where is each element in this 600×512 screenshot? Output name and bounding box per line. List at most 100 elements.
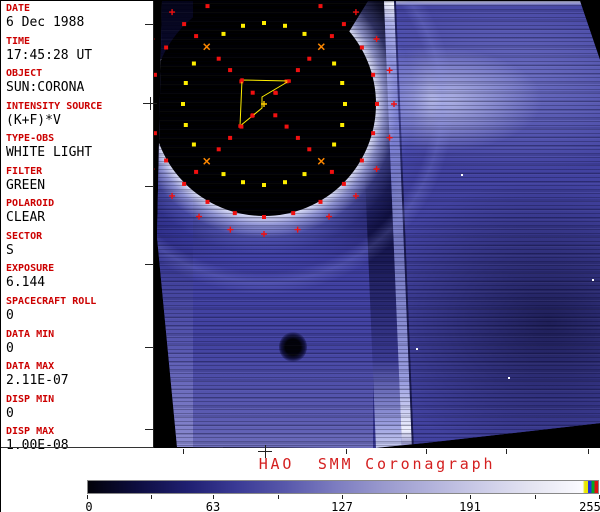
- meta-label: TYPE-OBS: [6, 133, 55, 145]
- meta-item: TYPE-OBS WHITE LIGHT: [6, 133, 152, 160]
- yellow-fiducial-dot: [302, 31, 307, 36]
- red-fiducial-dot: [262, 215, 266, 219]
- colorbar-tick: [151, 495, 152, 499]
- intensity-colorbar: [87, 480, 599, 494]
- meta-label: DISP MAX: [6, 426, 55, 438]
- red-fiducial-cross: [196, 213, 202, 220]
- axis-tick: [145, 347, 153, 348]
- red-fiducial-cross: [386, 134, 393, 141]
- red-spoke-dot: [194, 169, 199, 174]
- red-fiducial-dot: [359, 45, 364, 50]
- red-fiducial-dot: [359, 158, 364, 163]
- meta-item: DISP MIN 0: [6, 394, 152, 421]
- meta-label: INTENSITY SOURCE: [6, 100, 103, 112]
- yellow-fiducial-dot: [183, 123, 188, 127]
- meta-label: POLAROID: [6, 198, 55, 210]
- meta-value: GREEN: [6, 177, 46, 193]
- red-fiducial-cross: [373, 36, 380, 42]
- red-fiducial-cross: [261, 231, 267, 237]
- red-fiducial-cross: [169, 192, 176, 199]
- meta-label: EXPOSURE: [6, 263, 55, 275]
- orange-x-marker: [317, 43, 325, 51]
- meta-label: DISP MIN: [6, 393, 55, 405]
- meta-item: EXPOSURE 6.144: [6, 263, 152, 290]
- yellow-fiducial-dot: [262, 183, 266, 187]
- coronagraph-image-canvas[interactable]: [153, 1, 600, 448]
- roi-vertex-dot: [238, 124, 242, 128]
- yellow-fiducial-dot: [283, 23, 287, 28]
- axis-tick: [145, 429, 153, 430]
- roi-vertex-dot: [240, 78, 244, 82]
- axis-tick: [588, 449, 589, 454]
- red-fiducial-cross: [386, 67, 393, 74]
- axis-tick: [426, 449, 427, 454]
- meta-label: DATE: [6, 3, 31, 14]
- red-fiducial-cross: [391, 101, 397, 107]
- meta-item: TIME 17:45:28 UT: [6, 36, 152, 63]
- red-spoke-dot: [228, 68, 233, 73]
- meta-value: CLEAR: [6, 210, 46, 226]
- red-spoke-dot: [228, 135, 233, 140]
- yellow-fiducial-dot: [283, 180, 287, 185]
- meta-item: DATA MAX 2.11E-07: [6, 361, 152, 388]
- red-spoke-dot: [307, 147, 312, 152]
- red-fiducial-cross: [227, 226, 234, 233]
- colorbar-label: 191: [459, 500, 481, 512]
- red-fiducial-dot: [375, 102, 379, 106]
- yellow-fiducial-dot: [332, 61, 337, 66]
- axis-tick: [346, 449, 347, 454]
- colorbar-tick: [342, 495, 343, 499]
- meta-value: WHITE LIGHT: [6, 145, 93, 161]
- meta-item: FILTER GREEN: [6, 166, 152, 193]
- yellow-fiducial-dot: [181, 102, 185, 106]
- red-fiducial-dot: [164, 45, 169, 50]
- red-fiducial-cross: [294, 226, 301, 233]
- meta-value: 2.11E-07: [6, 373, 69, 389]
- meta-item: POLAROID CLEAR: [6, 198, 152, 225]
- meta-label: DATA MIN: [6, 328, 55, 340]
- red-spoke-dot: [273, 113, 278, 118]
- yellow-fiducial-dot: [191, 61, 196, 66]
- axis-tick: [183, 449, 184, 454]
- meta-value: 6.144: [6, 275, 46, 291]
- meta-label: FILTER: [6, 165, 43, 177]
- meta-label: TIME: [6, 35, 31, 47]
- meta-item: OBJECT SUN:CORONA: [6, 68, 152, 95]
- orange-x-marker: [317, 157, 325, 165]
- red-fiducial-cross: [326, 213, 332, 220]
- meta-label: SECTOR: [6, 230, 43, 242]
- yellow-fiducial-dot: [332, 142, 337, 147]
- yellow-fiducial-dot: [221, 31, 226, 36]
- yellow-fiducial-dot: [302, 172, 307, 177]
- fiducial-overlay: [153, 4, 397, 237]
- red-fiducial-dot: [318, 199, 323, 204]
- red-fiducial-cross: [352, 9, 359, 16]
- meta-value: 1.00E-08: [6, 438, 69, 454]
- meta-item: SPACECRAFT ROLL 0: [6, 296, 152, 323]
- colorbar-label: 0: [85, 500, 93, 512]
- red-fiducial-cross: [373, 166, 380, 172]
- yellow-fiducial-dot: [221, 172, 226, 177]
- colorbar-tick: [470, 495, 471, 499]
- meta-value: 17:45:28 UT: [6, 47, 93, 63]
- colorbar-tick: [213, 495, 214, 499]
- meta-item: DATE 6 Dec 1988: [6, 3, 152, 30]
- yellow-fiducial-dot: [340, 81, 345, 85]
- red-fiducial-dot: [371, 72, 376, 77]
- orange-x-marker: [203, 43, 211, 51]
- red-spoke-dot: [329, 169, 334, 174]
- roi-vertex-dot: [250, 114, 254, 118]
- yellow-fiducial-dot: [343, 102, 347, 106]
- meta-label: DATA MAX: [6, 361, 55, 373]
- axis-tick: [145, 24, 153, 25]
- red-fiducial-cross: [352, 192, 359, 199]
- meta-value: 0: [6, 405, 14, 421]
- red-spoke-dot: [307, 56, 312, 61]
- orange-x-marker: [203, 157, 211, 165]
- colorbar-gradient: [88, 481, 598, 493]
- meta-value: (K+F)*V: [6, 112, 61, 128]
- axis-tick: [145, 186, 153, 187]
- colorbar-tick: [406, 495, 407, 499]
- red-fiducial-dot: [341, 22, 346, 27]
- meta-label: OBJECT: [6, 68, 43, 80]
